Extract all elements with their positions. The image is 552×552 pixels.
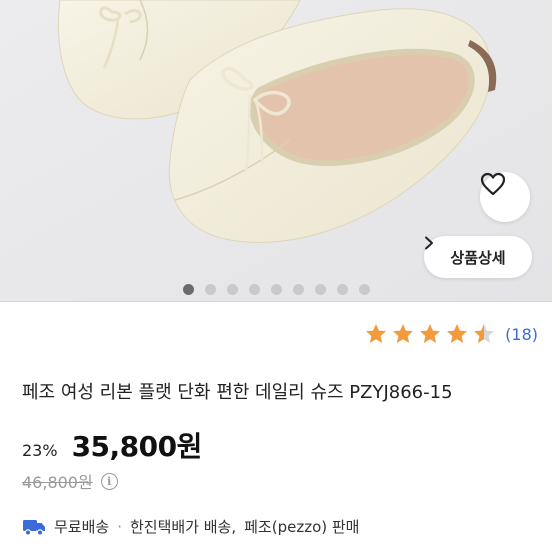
carousel-dot[interactable] — [248, 284, 260, 295]
product-detail-button[interactable]: 상품상세 — [424, 236, 532, 278]
star-icon — [366, 324, 387, 343]
carousel-dot[interactable] — [314, 284, 326, 295]
free-shipping-label: 무료배송 — [54, 518, 110, 536]
star-icon — [420, 324, 441, 343]
carousel-dot[interactable] — [204, 284, 216, 295]
discount-rate: 23% — [22, 441, 58, 460]
carousel-dot[interactable] — [336, 284, 348, 295]
original-price-row: 46,800원 i — [22, 469, 118, 493]
wishlist-button[interactable] — [480, 172, 530, 222]
star-rating — [364, 322, 496, 346]
carousel-dot[interactable] — [358, 284, 370, 295]
product-detail-label: 상품상세 — [450, 248, 506, 267]
carousel-dot[interactable] — [226, 284, 238, 295]
info-icon[interactable]: i — [100, 472, 118, 490]
carousel-dot[interactable] — [182, 284, 194, 295]
rating[interactable]: (18) — [364, 322, 538, 346]
product-image[interactable]: 상품상세 — [0, 0, 552, 302]
chevron-right-icon — [425, 236, 433, 250]
carousel-dot[interactable] — [292, 284, 304, 295]
shipping-info: 무료배송 · 한진택배가 배송, 페조(pezzo) 판매 — [22, 516, 359, 537]
star-icon — [447, 324, 468, 343]
carousel-dot[interactable] — [270, 284, 282, 295]
carousel-indicator[interactable] — [0, 284, 552, 295]
product-title: 페조 여성 리본 플랫 단화 편한 데일리 슈즈 PZYJ866-15 — [22, 382, 453, 403]
seller-text: 페조(pezzo) 판매 — [244, 518, 360, 536]
original-price: 46,800원 — [22, 473, 93, 492]
star-icon — [474, 324, 495, 343]
truck-icon — [23, 519, 45, 536]
price-row: 23% 35,800원 — [22, 425, 202, 465]
heart-icon — [480, 172, 506, 196]
review-count[interactable]: (18) — [505, 325, 538, 344]
sale-price: 35,800원 — [71, 430, 203, 463]
carrier-text: 한진택배가 배송, — [129, 518, 237, 536]
separator: · — [117, 517, 122, 536]
star-icon — [393, 324, 414, 343]
